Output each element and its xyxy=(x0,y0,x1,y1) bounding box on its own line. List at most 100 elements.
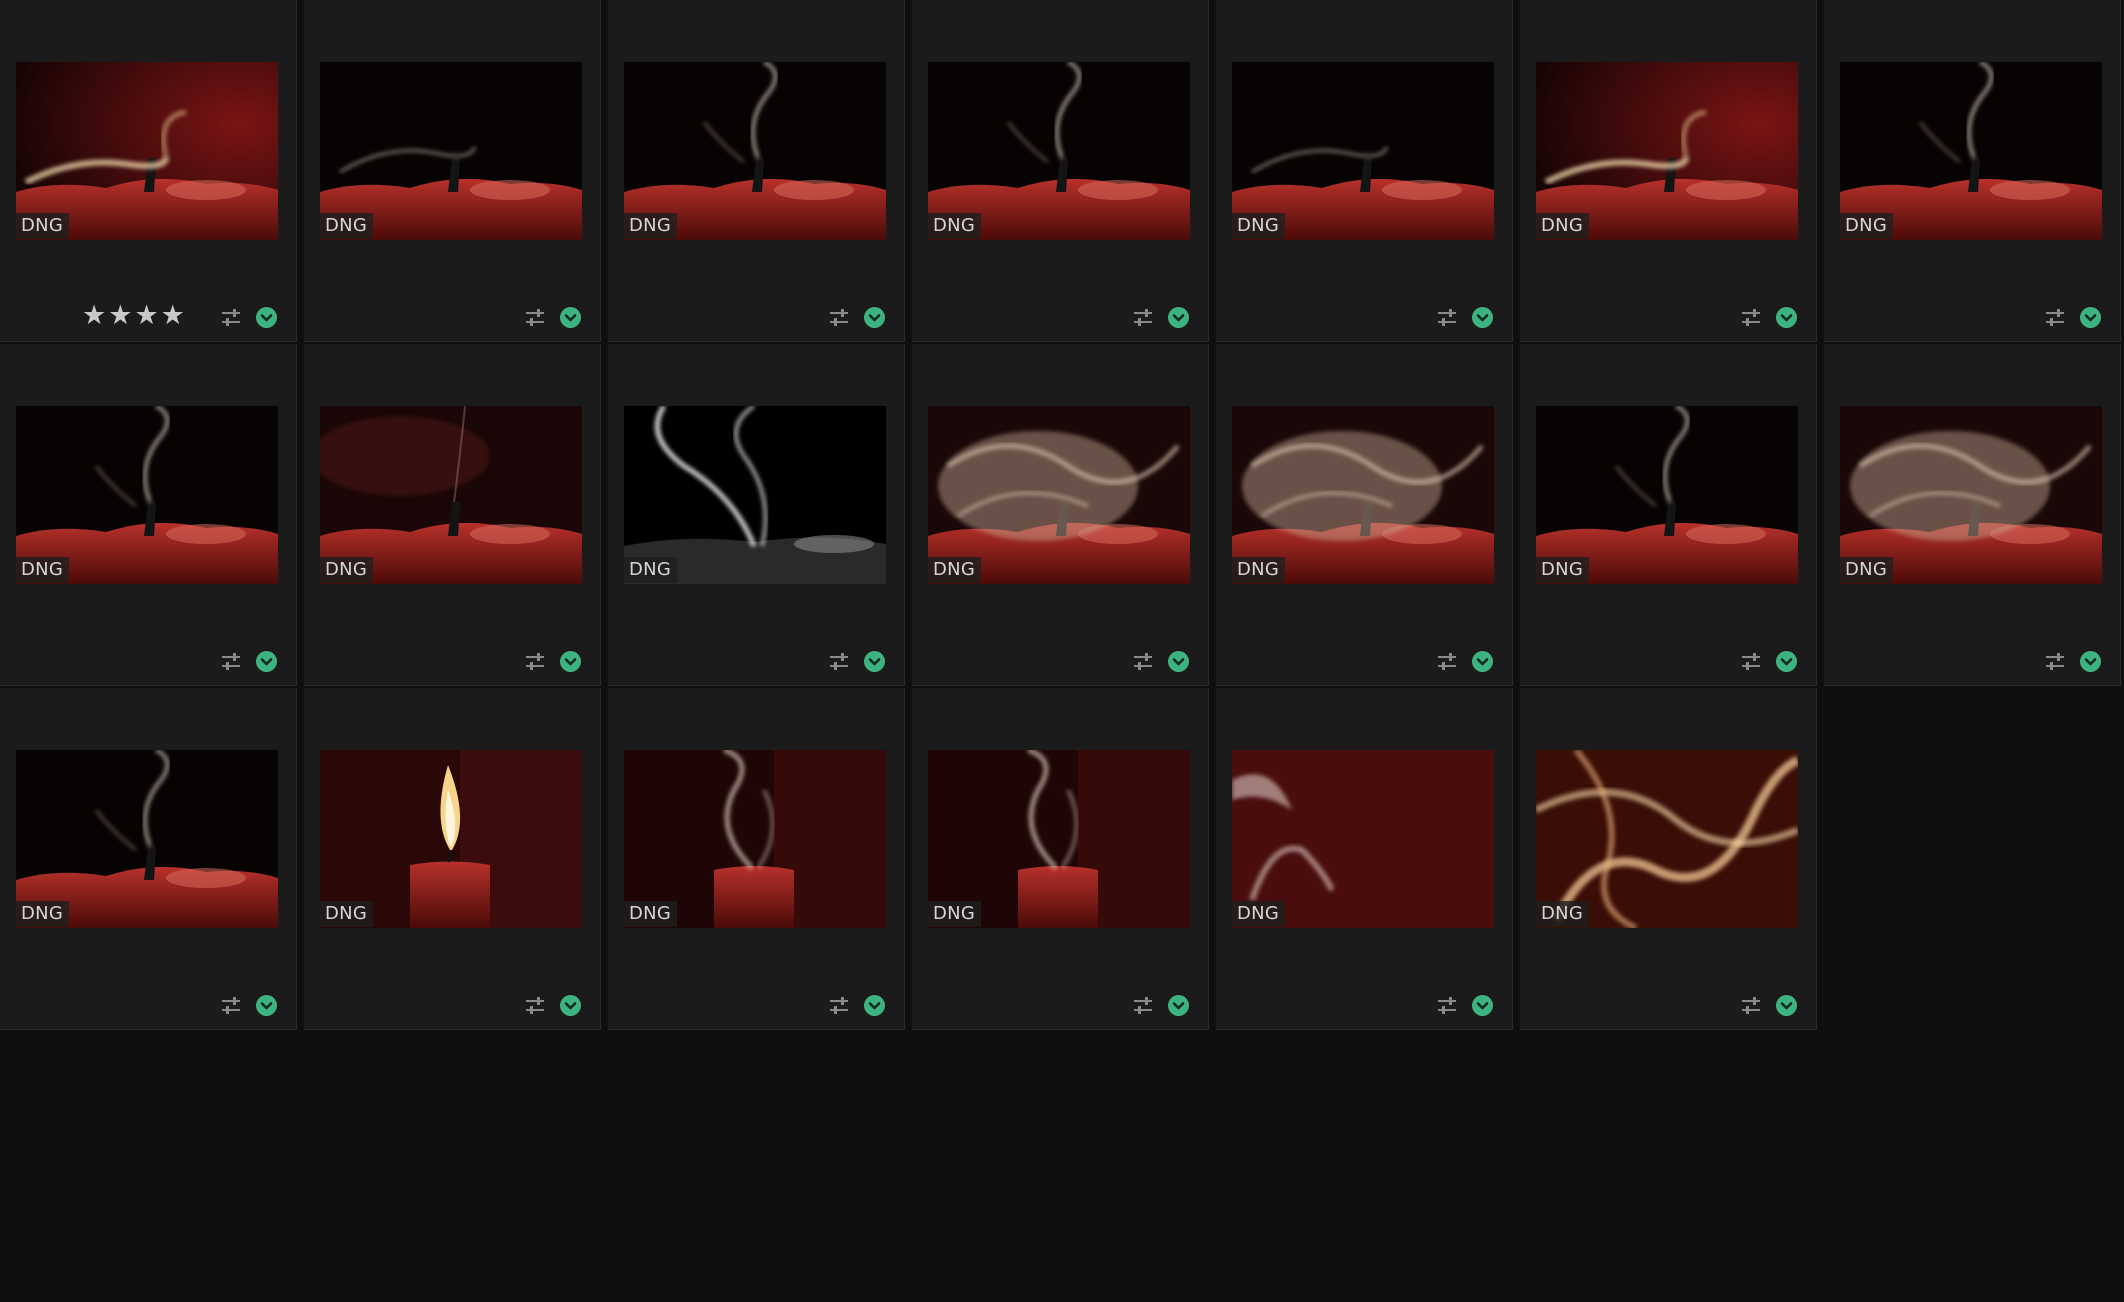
checkmark-circle-icon[interactable] xyxy=(256,307,277,328)
photo-thumbnail[interactable]: DNG xyxy=(320,406,582,584)
photo-grid: DNG ★ ★ ★ ★ DNG DNG DNG DNG DNG DNG DNG … xyxy=(0,0,2124,1302)
checkmark-circle-icon[interactable] xyxy=(1776,995,1797,1016)
star-icon[interactable]: ★ xyxy=(161,300,185,332)
checkmark-circle-icon[interactable] xyxy=(864,307,885,328)
sliders-icon[interactable] xyxy=(1741,652,1761,672)
checkmark-circle-icon[interactable] xyxy=(1168,307,1189,328)
photo-cell[interactable]: DNG xyxy=(1216,688,1513,1030)
photo-cell[interactable]: DNG xyxy=(0,688,297,1030)
checkmark-circle-icon[interactable] xyxy=(1472,995,1493,1016)
checkmark-circle-icon[interactable] xyxy=(864,651,885,672)
photo-thumbnail[interactable]: DNG xyxy=(928,406,1190,584)
sliders-icon[interactable] xyxy=(221,996,241,1016)
file-format-badge: DNG xyxy=(320,557,374,583)
checkmark-circle-icon[interactable] xyxy=(2080,307,2101,328)
checkmark-circle-icon[interactable] xyxy=(864,995,885,1016)
photo-cell[interactable]: DNG xyxy=(1824,344,2121,686)
file-format-badge: DNG xyxy=(1536,901,1590,927)
photo-cell[interactable]: DNG xyxy=(608,688,905,1030)
photo-cell[interactable]: DNG ★ ★ ★ ★ xyxy=(0,0,297,342)
photo-thumbnail[interactable]: DNG xyxy=(928,62,1190,240)
photo-thumbnail[interactable]: DNG xyxy=(16,750,278,928)
sliders-icon[interactable] xyxy=(1133,652,1153,672)
checkmark-circle-icon[interactable] xyxy=(560,995,581,1016)
checkmark-circle-icon[interactable] xyxy=(2080,651,2101,672)
sliders-icon[interactable] xyxy=(1437,996,1457,1016)
photo-thumbnail[interactable]: DNG xyxy=(1840,406,2102,584)
photo-cell[interactable]: DNG xyxy=(1520,688,1817,1030)
photo-cell[interactable]: DNG xyxy=(1520,344,1817,686)
photo-thumbnail[interactable]: DNG xyxy=(1536,62,1798,240)
checkmark-circle-icon[interactable] xyxy=(1168,995,1189,1016)
sliders-icon[interactable] xyxy=(525,308,545,328)
photo-cell[interactable]: DNG xyxy=(1824,0,2121,342)
photo-cell[interactable]: DNG xyxy=(0,344,297,686)
photo-cell[interactable]: DNG xyxy=(304,688,601,1030)
photo-cell[interactable]: DNG xyxy=(1216,0,1513,342)
photo-thumbnail[interactable]: DNG xyxy=(1840,62,2102,240)
photo-thumbnail[interactable]: DNG xyxy=(16,406,278,584)
file-format-badge: DNG xyxy=(928,557,982,583)
photo-thumbnail[interactable]: DNG xyxy=(624,62,886,240)
file-format-badge: DNG xyxy=(928,213,982,239)
photo-cell[interactable]: DNG xyxy=(608,344,905,686)
file-format-badge: DNG xyxy=(1840,557,1894,583)
photo-thumbnail[interactable]: DNG xyxy=(1232,62,1494,240)
file-format-badge: DNG xyxy=(624,213,678,239)
star-icon[interactable]: ★ xyxy=(82,300,106,332)
photo-cell[interactable]: DNG xyxy=(304,344,601,686)
file-format-badge: DNG xyxy=(320,213,374,239)
photo-thumbnail[interactable]: DNG xyxy=(1232,750,1494,928)
star-rating[interactable]: ★ ★ ★ ★ xyxy=(82,300,185,332)
checkmark-circle-icon[interactable] xyxy=(1776,651,1797,672)
photo-cell[interactable]: DNG xyxy=(912,0,1209,342)
photo-thumbnail[interactable]: DNG xyxy=(320,750,582,928)
sliders-icon[interactable] xyxy=(2045,308,2065,328)
sliders-icon[interactable] xyxy=(1741,996,1761,1016)
checkmark-circle-icon[interactable] xyxy=(1776,307,1797,328)
sliders-icon[interactable] xyxy=(221,652,241,672)
file-format-badge: DNG xyxy=(1536,557,1590,583)
photo-thumbnail[interactable]: DNG xyxy=(1536,406,1798,584)
star-icon[interactable]: ★ xyxy=(134,300,158,332)
photo-thumbnail[interactable]: DNG xyxy=(1232,406,1494,584)
photo-thumbnail[interactable]: DNG xyxy=(624,750,886,928)
file-format-badge: DNG xyxy=(624,557,678,583)
photo-thumbnail[interactable]: DNG xyxy=(928,750,1190,928)
checkmark-circle-icon[interactable] xyxy=(1472,651,1493,672)
file-format-badge: DNG xyxy=(1840,213,1894,239)
star-icon[interactable]: ★ xyxy=(108,300,132,332)
photo-cell[interactable]: DNG xyxy=(1520,0,1817,342)
photo-thumbnail[interactable]: DNG xyxy=(320,62,582,240)
photo-cell[interactable]: DNG xyxy=(1216,344,1513,686)
sliders-icon[interactable] xyxy=(829,652,849,672)
checkmark-circle-icon[interactable] xyxy=(560,307,581,328)
checkmark-circle-icon[interactable] xyxy=(560,651,581,672)
checkmark-circle-icon[interactable] xyxy=(256,995,277,1016)
sliders-icon[interactable] xyxy=(525,996,545,1016)
sliders-icon[interactable] xyxy=(829,308,849,328)
sliders-icon[interactable] xyxy=(2045,652,2065,672)
sliders-icon[interactable] xyxy=(1437,652,1457,672)
sliders-icon[interactable] xyxy=(829,996,849,1016)
photo-thumbnail[interactable]: DNG xyxy=(1536,750,1798,928)
sliders-icon[interactable] xyxy=(1133,308,1153,328)
sliders-icon[interactable] xyxy=(1437,308,1457,328)
sliders-icon[interactable] xyxy=(525,652,545,672)
photo-cell[interactable]: DNG xyxy=(608,0,905,342)
checkmark-circle-icon[interactable] xyxy=(1472,307,1493,328)
file-format-badge: DNG xyxy=(16,557,70,583)
checkmark-circle-icon[interactable] xyxy=(1168,651,1189,672)
checkmark-circle-icon[interactable] xyxy=(256,651,277,672)
photo-cell[interactable]: DNG xyxy=(304,0,601,342)
file-format-badge: DNG xyxy=(16,213,70,239)
photo-thumbnail[interactable]: DNG xyxy=(624,406,886,584)
file-format-badge: DNG xyxy=(320,901,374,927)
file-format-badge: DNG xyxy=(1232,557,1286,583)
sliders-icon[interactable] xyxy=(1741,308,1761,328)
photo-cell[interactable]: DNG xyxy=(912,688,1209,1030)
sliders-icon[interactable] xyxy=(221,308,241,328)
photo-cell[interactable]: DNG xyxy=(912,344,1209,686)
photo-thumbnail[interactable]: DNG xyxy=(16,62,278,240)
sliders-icon[interactable] xyxy=(1133,996,1153,1016)
